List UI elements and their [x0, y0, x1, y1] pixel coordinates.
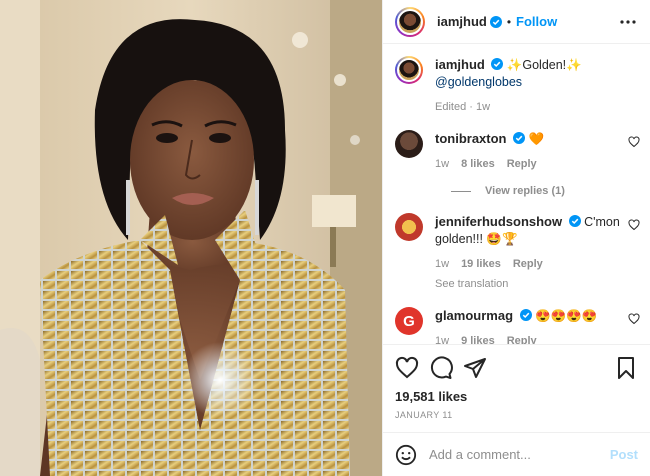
commenter-avatar[interactable]	[395, 213, 423, 241]
comment-like-icon[interactable]	[628, 136, 640, 148]
reply-button[interactable]: Reply	[507, 156, 537, 173]
comment-time: 1w	[435, 258, 450, 270]
comment-likes[interactable]: 19 likes	[461, 256, 501, 273]
comment: jenniferhudsonshow C'mon golden!!! 🤩🏆 1w…	[395, 213, 640, 293]
comment-username[interactable]: tonibraxton	[435, 131, 507, 146]
caption-avatar[interactable]	[395, 56, 423, 84]
replies-divider	[451, 190, 471, 192]
comment-likes[interactable]: 9 likes	[461, 333, 495, 344]
instagram-post: iamjhud • Follow iamjhud ✨Golden!✨ @gold…	[0, 0, 650, 476]
verified-badge-icon	[568, 215, 581, 227]
commenter-avatar[interactable]: G	[395, 307, 423, 335]
verified-badge-icon	[489, 15, 502, 28]
author-avatar[interactable]	[395, 6, 425, 37]
heart-icon[interactable]	[395, 356, 419, 380]
comment-input[interactable]	[429, 447, 610, 462]
header-separator: •	[506, 14, 512, 29]
see-translation-link[interactable]: See translation	[435, 276, 620, 293]
caption-username[interactable]: iamjhud	[435, 57, 485, 72]
author-username[interactable]: iamjhud	[437, 14, 487, 29]
post-sidebar: iamjhud • Follow iamjhud ✨Golden!✨ @gold…	[382, 0, 650, 476]
verified-badge-icon	[519, 309, 532, 321]
reply-button[interactable]: Reply	[507, 333, 537, 344]
follow-button[interactable]: Follow	[516, 14, 557, 29]
comment-icon[interactable]	[429, 356, 453, 380]
comment-like-icon[interactable]	[628, 313, 640, 325]
more-options-icon[interactable]	[616, 10, 640, 34]
bookmark-icon[interactable]	[614, 356, 638, 380]
verified-badge-icon	[491, 58, 504, 70]
caption: iamjhud ✨Golden!✨ @goldenglobes Edited ·…	[395, 56, 640, 116]
post-comment-button[interactable]: Post	[610, 447, 638, 462]
comment: G glamourmag 😍😍😍😍 1w 9 likes Reply	[395, 307, 640, 344]
post-actions: 19,581 likes JANUARY 11	[383, 344, 650, 432]
caption-mention[interactable]: @goldenglobes	[435, 75, 522, 89]
view-replies-label: View replies (1)	[485, 185, 565, 197]
glamour-logo-icon: G	[403, 312, 415, 330]
commenter-avatar[interactable]	[395, 130, 423, 158]
comment-text: 🧡	[528, 132, 545, 146]
comment-username[interactable]: jenniferhudsonshow	[435, 214, 562, 229]
verified-badge-icon	[512, 132, 525, 144]
comment-time: 1w	[435, 335, 450, 344]
photo-illustration	[0, 0, 382, 476]
post-header: iamjhud • Follow	[383, 0, 650, 44]
send-icon[interactable]	[463, 356, 487, 380]
comments-list[interactable]: iamjhud ✨Golden!✨ @goldenglobes Edited ·…	[383, 44, 650, 344]
comment-text: 😍😍😍😍	[534, 309, 598, 323]
reply-button[interactable]: Reply	[513, 256, 543, 273]
comment: tonibraxton 🧡 1w 8 likes Reply	[395, 130, 640, 173]
caption-edited: Edited · 1w	[435, 101, 491, 113]
comment-username[interactable]: glamourmag	[435, 308, 513, 323]
emoji-icon[interactable]	[395, 444, 417, 466]
caption-text: ✨Golden!✨	[506, 58, 582, 72]
post-date[interactable]: JANUARY 11	[395, 410, 638, 420]
comment-time: 1w	[435, 158, 450, 170]
likes-count[interactable]: 19,581 likes	[395, 389, 638, 404]
view-replies-button[interactable]: View replies (1)	[451, 185, 640, 197]
comment-like-icon[interactable]	[628, 219, 640, 231]
comment-likes[interactable]: 8 likes	[461, 156, 495, 173]
post-photo[interactable]	[0, 0, 382, 476]
comment-composer: Post	[383, 432, 650, 476]
